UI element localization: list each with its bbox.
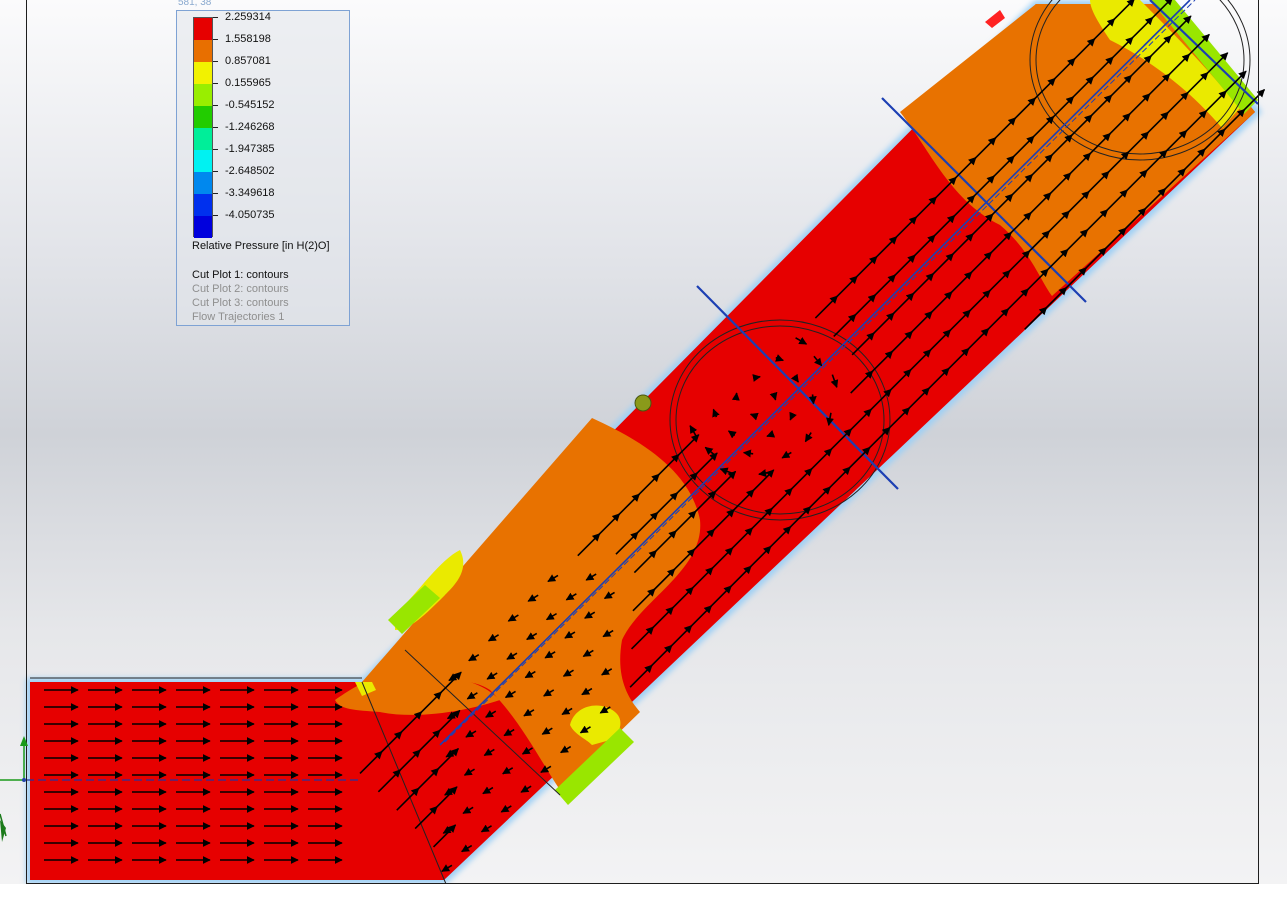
legend-value: -2.648502 [225, 165, 275, 177]
legend-tick [213, 149, 218, 150]
legend-swatch [194, 172, 212, 194]
legend-plot-item[interactable]: Cut Plot 1: contours [192, 269, 289, 281]
legend-tick [213, 83, 218, 84]
legend-tick [213, 105, 218, 106]
velocity-arrow [752, 374, 761, 382]
legend-plot-item[interactable]: Cut Plot 2: contours [192, 283, 289, 295]
graphics-viewport[interactable]: 581, 38 2.259314 1.558198 0.857081 0.155965… [0, 0, 1287, 904]
velocity-arrow [769, 391, 778, 401]
legend-plot-item[interactable]: Flow Trajectories 1 [192, 311, 284, 323]
legend-swatch [194, 84, 212, 106]
top-corner-marker [985, 10, 1005, 28]
probe-point-marker[interactable] [634, 394, 652, 412]
legend-value: 2.259314 [225, 11, 271, 23]
legend-swatch [194, 106, 212, 128]
legend-value: -1.947385 [225, 143, 275, 155]
legend-swatch [194, 216, 212, 238]
legend-value: 0.857081 [225, 55, 271, 67]
legend-value: -3.349618 [225, 187, 275, 199]
legend-value: -0.545152 [225, 99, 275, 111]
legend-swatch [194, 194, 212, 216]
legend-plot-item[interactable]: Cut Plot 3: contours [192, 297, 289, 309]
legend-value: -4.050735 [225, 209, 275, 221]
legend-tick [213, 215, 218, 216]
legend-tick [213, 61, 218, 62]
status-strip [0, 884, 1287, 904]
legend-swatch [194, 62, 212, 84]
coordinate-readout: 581, 38 [178, 0, 212, 8]
pressure-legend[interactable]: 2.259314 1.558198 0.857081 0.155965 -0.54515… [176, 10, 350, 326]
legend-tick [213, 171, 218, 172]
velocity-arrow [808, 394, 817, 405]
legend-swatch [194, 128, 212, 150]
legend-value: 1.558198 [225, 33, 271, 45]
legend-tick [213, 127, 218, 128]
legend-swatch [194, 40, 212, 62]
coordinate-triad [0, 736, 28, 842]
legend-tick [213, 39, 218, 40]
legend-value: 0.155965 [225, 77, 271, 89]
viewport-border-right [1258, 0, 1259, 884]
legend-swatch [194, 18, 212, 40]
legend-color-bar [193, 17, 213, 238]
legend-value: -1.246268 [225, 121, 275, 133]
legend-title: Relative Pressure [in H(2)O] [192, 240, 330, 252]
legend-tick [213, 17, 218, 18]
legend-tick [213, 193, 218, 194]
legend-swatch [194, 150, 212, 172]
